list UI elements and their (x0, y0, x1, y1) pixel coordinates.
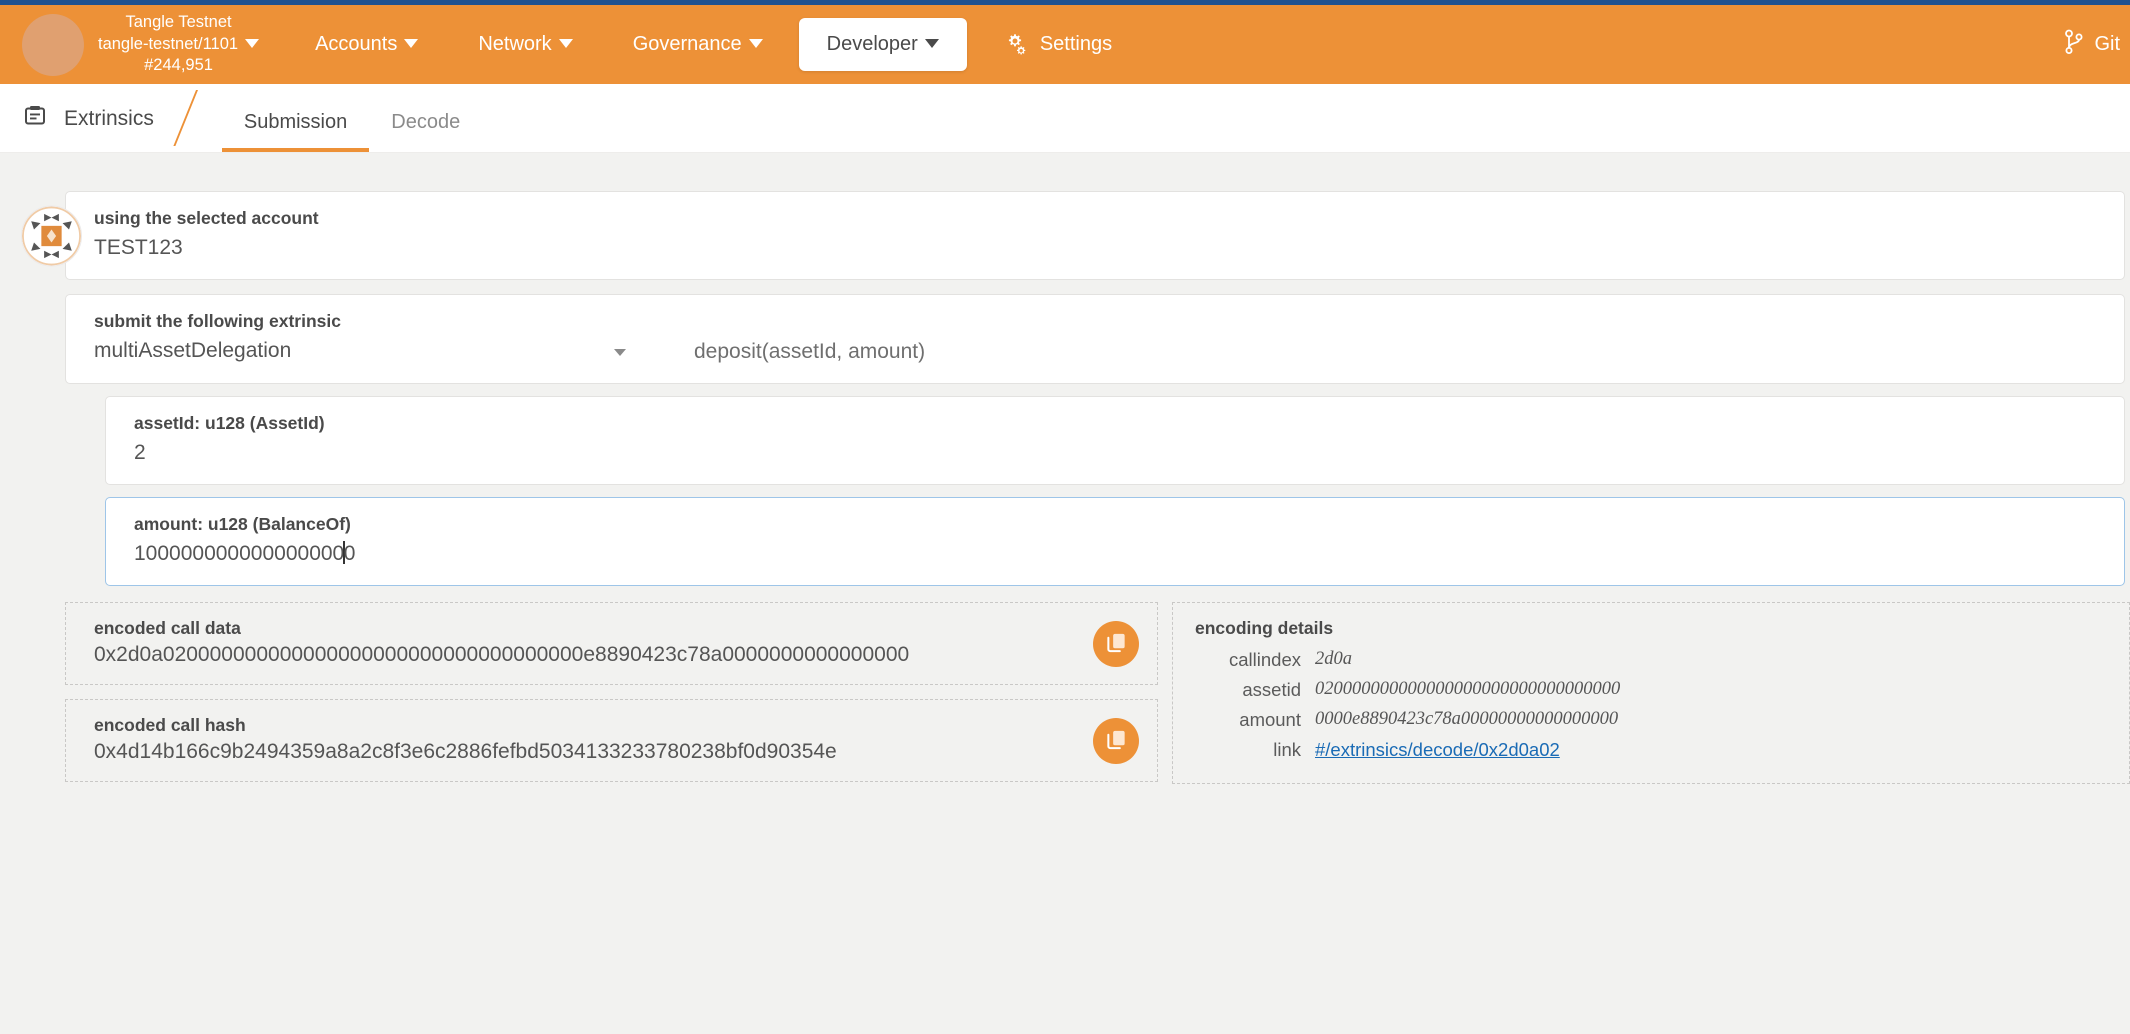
detail-row-callindex: callindex 2d0a (1195, 645, 2105, 675)
page-body: using the selected account TEST123 submi… (0, 153, 2130, 1034)
decode-link[interactable]: #/extrinsics/decode/0x2d0a02 (1315, 739, 1560, 760)
param-label-amount: amount: u128 (BalanceOf) (134, 514, 2100, 535)
app-bar-right: Git (2064, 5, 2130, 84)
nav-item-governance[interactable]: Governance (603, 5, 793, 84)
detail-value-link[interactable]: #/extrinsics/decode/0x2d0a02 (1315, 735, 1560, 765)
tab-bar: Extrinsics Submission Decode (0, 84, 2130, 153)
chevron-down-icon (614, 349, 626, 356)
encoded-call-data-value: 0x2d0a0200000000000000000000000000000000… (94, 643, 1037, 667)
encoded-call-hash-label: encoded call hash (94, 715, 1037, 736)
nav-item-settings[interactable]: Settings (973, 5, 1142, 84)
gear-icon (1003, 33, 1029, 57)
account-field-label: using the selected account (94, 208, 2100, 229)
pallet-select-value: multiAssetDelegation (94, 338, 644, 364)
git-label: Git (2094, 33, 2120, 56)
chevron-down-icon (559, 39, 573, 48)
nav-item-developer[interactable]: Developer (799, 18, 967, 71)
detail-row-amount: amount 0000e8890423c78a00000000000000000 (1195, 705, 2105, 735)
extrinsics-icon (22, 103, 48, 135)
account-field-value: TEST123 (94, 235, 2100, 261)
encoding-details-box: encoding details callindex 2d0a assetid … (1172, 602, 2130, 784)
tab-submission[interactable]: Submission (222, 111, 369, 152)
param-input-amount[interactable]: 1000000000000000000 (134, 541, 2100, 567)
chain-name: Tangle Testnet (98, 12, 259, 34)
param-card-amount[interactable]: amount: u128 (BalanceOf) 100000000000000… (105, 497, 2125, 586)
chevron-down-icon[interactable] (245, 39, 259, 48)
encoded-call-data-label: encoded call data (94, 618, 1037, 639)
chevron-down-icon (925, 39, 939, 48)
encoding-details-title: encoding details (1195, 618, 2105, 639)
chevron-down-icon (404, 39, 418, 48)
detail-key-callindex: callindex (1195, 645, 1315, 675)
param-amount-text-before-caret: 100000000000000000 (134, 542, 344, 565)
main-navigation: Accounts Network Governance Developer (285, 5, 1142, 84)
detail-row-link: link #/extrinsics/decode/0x2d0a02 (1195, 735, 2105, 765)
git-link[interactable]: Git (2064, 29, 2130, 61)
tab-decode[interactable]: Decode (369, 111, 482, 152)
account-card[interactable]: using the selected account TEST123 (65, 191, 2125, 280)
encoded-call-data-box: encoded call data 0x2d0a0200000000000000… (65, 602, 1158, 685)
breadcrumb-separator (173, 90, 198, 146)
chain-spec: tangle-testnet/1101 (98, 35, 238, 53)
copy-call-data-button[interactable] (1093, 621, 1139, 667)
param-card-assetid[interactable]: assetId: u128 (AssetId) 2 (105, 396, 2125, 485)
encoded-column: encoded call data 0x2d0a0200000000000000… (65, 602, 1158, 782)
param-label-assetid: assetId: u128 (AssetId) (134, 413, 2100, 434)
nav-label-developer: Developer (827, 33, 918, 56)
detail-row-assetid: assetid 02000000000000000000000000000000… (1195, 675, 2105, 705)
chain-info: Tangle Testnet tangle-testnet/1101 #244,… (98, 12, 259, 77)
nav-label-governance: Governance (633, 33, 742, 56)
copy-call-hash-button[interactable] (1093, 718, 1139, 764)
nav-label-accounts: Accounts (315, 33, 397, 56)
nav-label-settings: Settings (1040, 33, 1112, 56)
git-branch-icon (2064, 29, 2084, 61)
detail-key-assetid: assetid (1195, 675, 1315, 705)
pallet-select[interactable]: multiAssetDelegation (94, 338, 644, 364)
detail-value-amount: 0000e8890423c78a00000000000000000 (1315, 705, 1618, 735)
chain-block-number: #244,951 (98, 55, 259, 77)
extrinsic-card: submit the following extrinsic multiAsse… (65, 294, 2125, 383)
app-bar: Tangle Testnet tangle-testnet/1101 #244,… (0, 5, 2130, 84)
encoded-call-hash-value: 0x4d14b166c9b2494359a8a2c8f3e6c2886fefbd… (94, 740, 1037, 764)
section-title: Extrinsics (0, 103, 154, 152)
nav-item-accounts[interactable]: Accounts (285, 5, 448, 84)
section-title-label: Extrinsics (64, 107, 154, 131)
detail-key-link: link (1195, 735, 1315, 765)
chain-logo (22, 14, 84, 76)
chain-selector[interactable]: Tangle Testnet tangle-testnet/1101 #244,… (22, 5, 285, 84)
method-select-value[interactable]: deposit(assetId, amount) (644, 340, 925, 365)
encoded-call-hash-box: encoded call hash 0x4d14b166c9b2494359a8… (65, 699, 1158, 782)
param-amount-text-after-caret: 0 (344, 542, 356, 565)
copy-icon (1105, 728, 1128, 754)
extrinsics-form: using the selected account TEST123 submi… (0, 191, 2130, 784)
detail-value-callindex: 2d0a (1315, 645, 1352, 675)
nav-label-network: Network (478, 33, 551, 56)
detail-value-assetid: 020000000000000000000000000000000 (1315, 675, 1620, 705)
extrinsic-field-label: submit the following extrinsic (94, 311, 2100, 332)
nav-item-network[interactable]: Network (448, 5, 602, 84)
avatar[interactable] (21, 205, 82, 266)
detail-key-amount: amount (1195, 705, 1315, 735)
tabs: Submission Decode (222, 111, 482, 152)
chevron-down-icon (749, 39, 763, 48)
copy-icon (1105, 631, 1128, 657)
encoded-section: encoded call data 0x2d0a0200000000000000… (65, 602, 2130, 784)
param-input-assetid[interactable]: 2 (134, 440, 2100, 466)
